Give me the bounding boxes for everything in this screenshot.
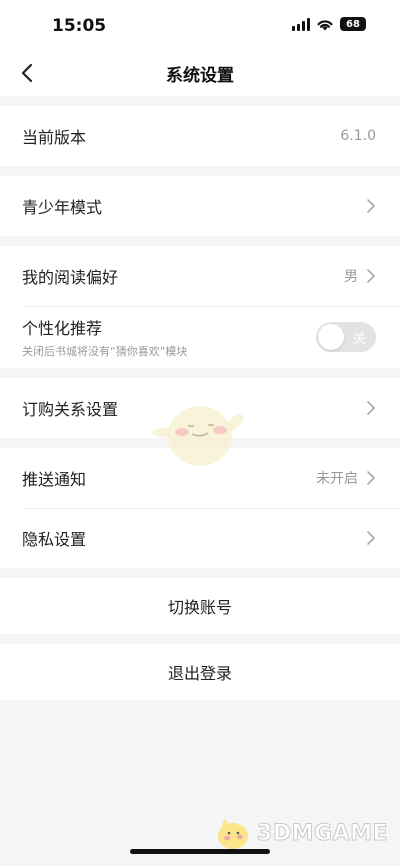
personalized-recommendation-toggle[interactable]: 关	[316, 322, 376, 352]
chevron-left-icon	[21, 63, 33, 83]
privacy-settings-row[interactable]: 隐私设置	[0, 508, 400, 568]
teen-mode-label: 青少年模式	[22, 198, 103, 217]
personalized-recommendation-subtitle: 关闭后书城将没有“猜你喜欢”模块	[22, 345, 188, 358]
push-notification-label: 推送通知	[22, 470, 87, 489]
status-icons: 68	[292, 17, 366, 31]
teen-mode-group: 青少年模式	[0, 176, 400, 236]
watermark: 3DMGAME	[213, 814, 388, 852]
privacy-settings-label: 隐私设置	[22, 530, 87, 549]
chevron-right-icon	[367, 401, 375, 415]
version-value: 6.1.0	[340, 128, 376, 144]
subscription-settings-label: 订购关系设置	[22, 400, 119, 419]
battery-level: 68	[346, 18, 360, 30]
version-group: 当前版本 6.1.0	[0, 106, 400, 166]
switch-account-button[interactable]: 切换账号	[0, 578, 400, 634]
logout-button[interactable]: 退出登录	[0, 644, 400, 700]
version-row: 当前版本 6.1.0	[0, 106, 400, 166]
nav-bar: 系统设置	[0, 50, 400, 96]
wifi-icon	[317, 19, 333, 30]
reading-preference-label: 我的阅读偏好	[22, 268, 119, 287]
reading-preference-row[interactable]: 我的阅读偏好 男	[0, 246, 400, 306]
watermark-text: 3DMGAME	[257, 820, 388, 846]
teen-mode-row[interactable]: 青少年模式	[0, 176, 400, 236]
mascot-watermark-icon	[152, 406, 244, 466]
chevron-right-icon	[367, 199, 375, 213]
page-title: 系统设置	[166, 65, 234, 86]
push-notification-value: 未开启	[316, 471, 358, 487]
back-button[interactable]	[12, 58, 42, 88]
reading-preference-value: 男	[344, 269, 358, 285]
mascot-logo-icon	[218, 818, 249, 849]
cellular-signal-icon	[292, 17, 310, 31]
toggle-knob	[318, 324, 344, 350]
chevron-right-icon	[367, 471, 375, 485]
version-label: 当前版本	[22, 128, 87, 147]
toggle-text: 关	[352, 332, 366, 347]
preference-group: 我的阅读偏好 男 个性化推荐 关闭后书城将没有“猜你喜欢”模块 关	[0, 246, 400, 368]
personalized-recommendation-row: 个性化推荐 关闭后书城将没有“猜你喜欢”模块 关	[0, 306, 400, 368]
chevron-right-icon	[367, 531, 375, 545]
home-indicator	[130, 849, 270, 854]
chevron-right-icon	[367, 269, 375, 283]
personalized-recommendation-label: 个性化推荐	[22, 319, 103, 338]
battery-icon: 68	[340, 17, 366, 31]
status-bar: 15:05 68	[0, 0, 400, 50]
status-time: 15:05	[52, 16, 107, 36]
